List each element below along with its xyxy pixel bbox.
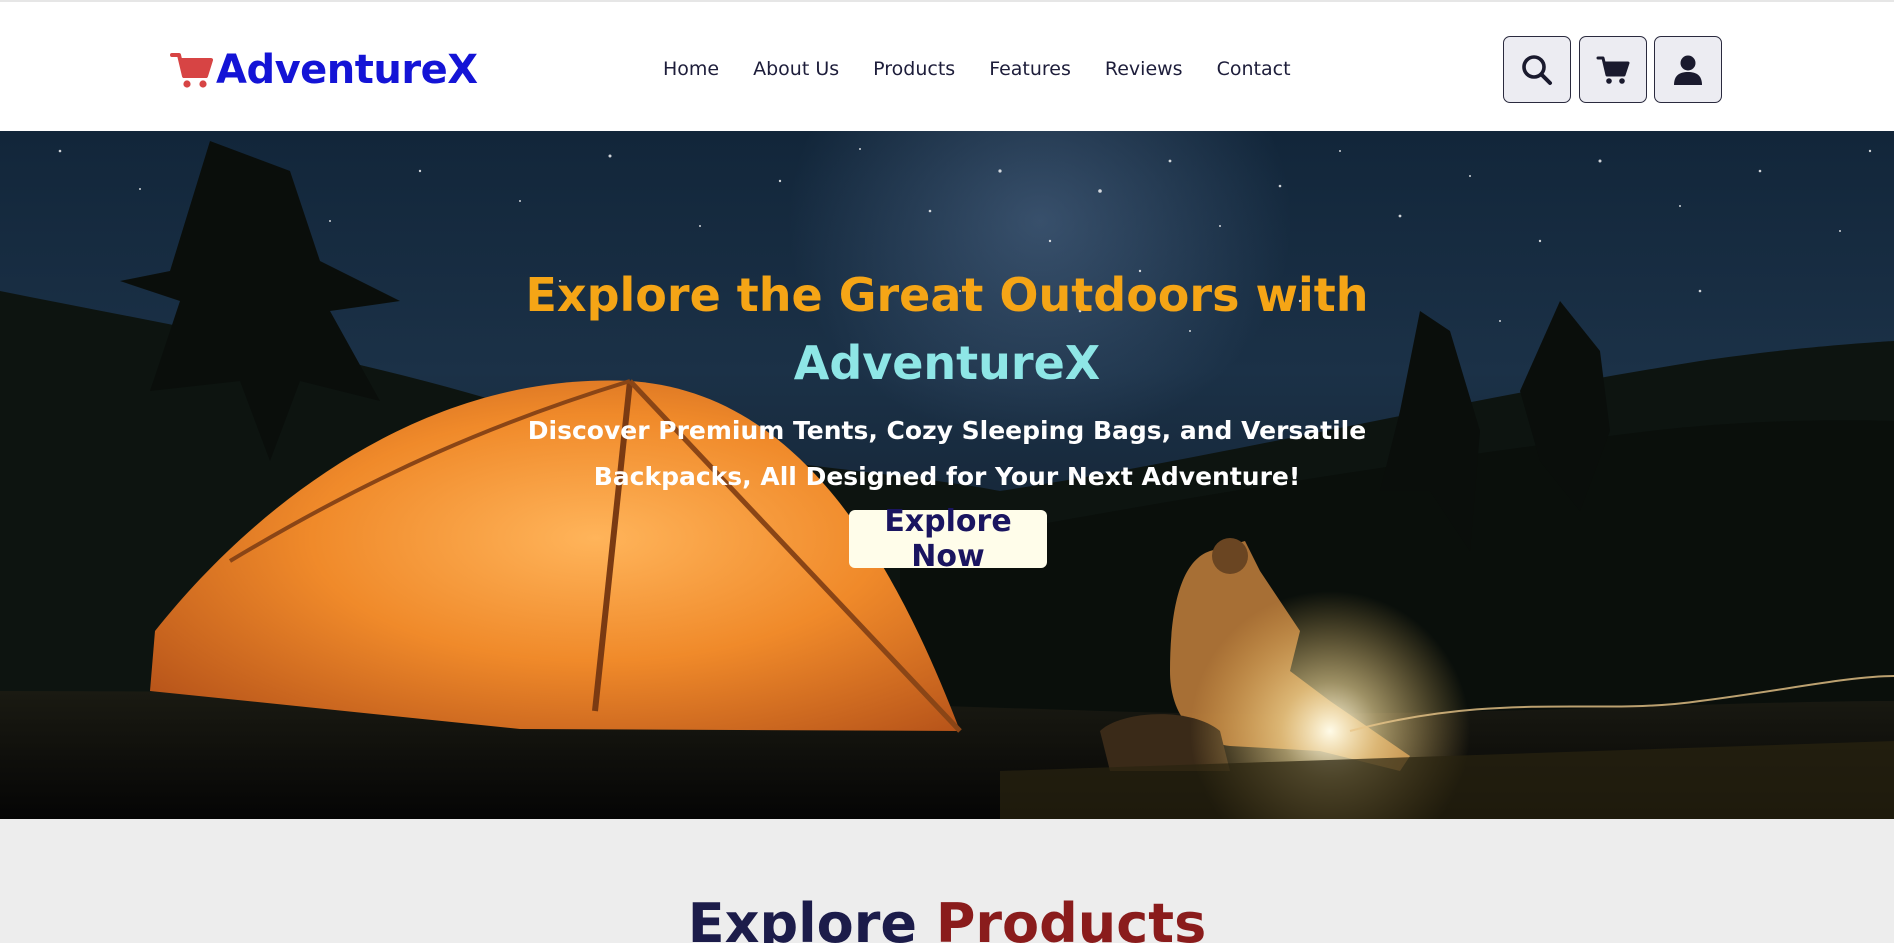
explore-products-heading: Explore Products	[0, 892, 1894, 943]
hero-heading-brand: AdventureX	[793, 336, 1101, 390]
search-icon	[1522, 54, 1552, 85]
brand-name: AdventureX	[216, 47, 478, 93]
nav-reviews[interactable]: Reviews	[1105, 58, 1183, 80]
cart-logo-icon	[170, 53, 213, 88]
section-title-part-1: Explore	[687, 892, 918, 943]
nav-features[interactable]: Features	[989, 58, 1071, 80]
hero-subtitle-line-1: Discover Premium Tents, Cozy Sleeping Ba…	[527, 416, 1367, 445]
hero-heading: Explore the Great Outdoors with Adventur…	[0, 261, 1894, 397]
cart-button[interactable]	[1579, 36, 1647, 103]
hero-subtitle-line-2: Backpacks, All Designed for Your Next Ad…	[593, 462, 1301, 491]
logo[interactable]: AdventureX	[170, 46, 478, 94]
nav-products[interactable]: Products	[873, 58, 955, 80]
nav-home[interactable]: Home	[663, 58, 719, 80]
site-header: AdventureX Home About Us Products Featur…	[0, 0, 1894, 131]
section-title-part-2: Products	[935, 892, 1207, 943]
explore-now-button[interactable]: Explore Now	[849, 504, 1047, 574]
hero-subtitle: Discover Premium Tents, Cozy Sleeping Ba…	[0, 408, 1894, 500]
hero-banner: Explore the Great Outdoors with Adventur…	[0, 131, 1894, 819]
account-button[interactable]	[1654, 36, 1722, 103]
user-icon	[1674, 55, 1702, 85]
cart-icon	[1596, 56, 1630, 84]
main-nav: Home About Us Products Features Reviews …	[663, 54, 1291, 84]
search-button[interactable]	[1503, 36, 1571, 103]
nav-about-us[interactable]: About Us	[753, 58, 839, 80]
hero-heading-text: Explore the Great Outdoors with	[525, 268, 1369, 322]
nav-contact[interactable]: Contact	[1217, 58, 1291, 80]
